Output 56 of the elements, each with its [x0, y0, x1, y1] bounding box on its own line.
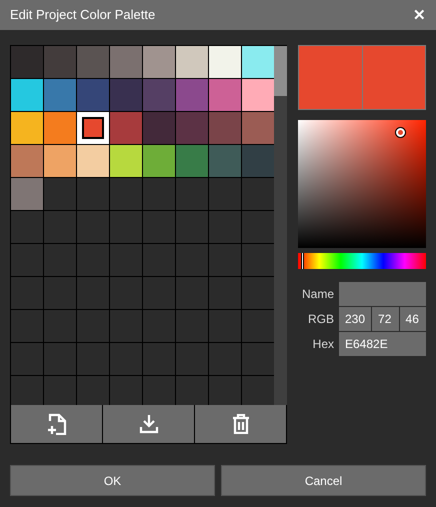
import-button[interactable] [103, 405, 194, 443]
window-title: Edit Project Color Palette [10, 6, 156, 24]
color-swatch[interactable] [110, 46, 142, 78]
channel-field[interactable]: 46 [400, 307, 426, 331]
color-swatch[interactable] [143, 46, 176, 78]
color-swatch[interactable] [176, 46, 208, 78]
color-swatch[interactable] [11, 46, 43, 78]
color-swatch[interactable] [143, 79, 176, 111]
hex-label: Hex [312, 336, 335, 353]
ok-button[interactable]: OK [10, 465, 215, 496]
name-label: Name [300, 286, 335, 303]
saturation-value-picker[interactable] [298, 120, 426, 248]
color-swatch[interactable] [44, 46, 76, 78]
hex-field[interactable]: E6482E [339, 332, 426, 356]
color-swatch[interactable] [143, 112, 176, 144]
channel-field[interactable]: 230 [339, 307, 372, 331]
file-add-icon [46, 413, 66, 435]
color-swatch[interactable] [77, 112, 110, 144]
color-swatch[interactable] [11, 178, 43, 210]
cancel-button[interactable]: Cancel [221, 465, 426, 496]
color-swatch[interactable] [77, 79, 110, 111]
color-swatch[interactable] [77, 145, 110, 177]
color-swatch[interactable] [176, 112, 208, 144]
color-swatch[interactable] [11, 112, 43, 144]
color-swatch[interactable] [11, 145, 43, 177]
trash-icon [232, 414, 250, 434]
picker-cursor[interactable] [396, 128, 405, 138]
close-button[interactable]: ✕ [413, 8, 426, 22]
color-swatch[interactable] [110, 112, 142, 144]
color-swatch[interactable] [242, 112, 274, 144]
color-swatch[interactable] [110, 79, 142, 111]
color-swatch[interactable] [209, 46, 242, 78]
color-swatch[interactable] [209, 79, 242, 111]
color-swatch[interactable] [242, 46, 274, 78]
color-swatch[interactable] [209, 145, 242, 177]
color-swatch[interactable] [242, 145, 274, 177]
color-swatch[interactable] [242, 79, 274, 111]
hue-slider[interactable] [298, 253, 426, 269]
color-swatch[interactable] [44, 112, 76, 144]
color-swatch[interactable] [44, 145, 76, 177]
add-color-button[interactable] [11, 405, 102, 443]
channel-field[interactable]: 72 [372, 307, 399, 331]
hue-handle[interactable] [300, 253, 304, 269]
download-icon [138, 414, 158, 434]
color-swatch[interactable] [11, 79, 43, 111]
color-swatch[interactable] [44, 79, 76, 111]
color-swatch[interactable] [176, 145, 208, 177]
color-swatch[interactable] [143, 145, 176, 177]
name-field[interactable] [339, 282, 426, 306]
delete-button[interactable] [195, 405, 286, 443]
color-swatch[interactable] [77, 46, 110, 78]
rgb-label: RGB [306, 311, 335, 328]
scrollbar-thumb[interactable] [274, 46, 287, 96]
color-swatch[interactable] [209, 112, 242, 144]
color-swatch[interactable] [110, 145, 142, 177]
color-swatch[interactable] [176, 79, 208, 111]
